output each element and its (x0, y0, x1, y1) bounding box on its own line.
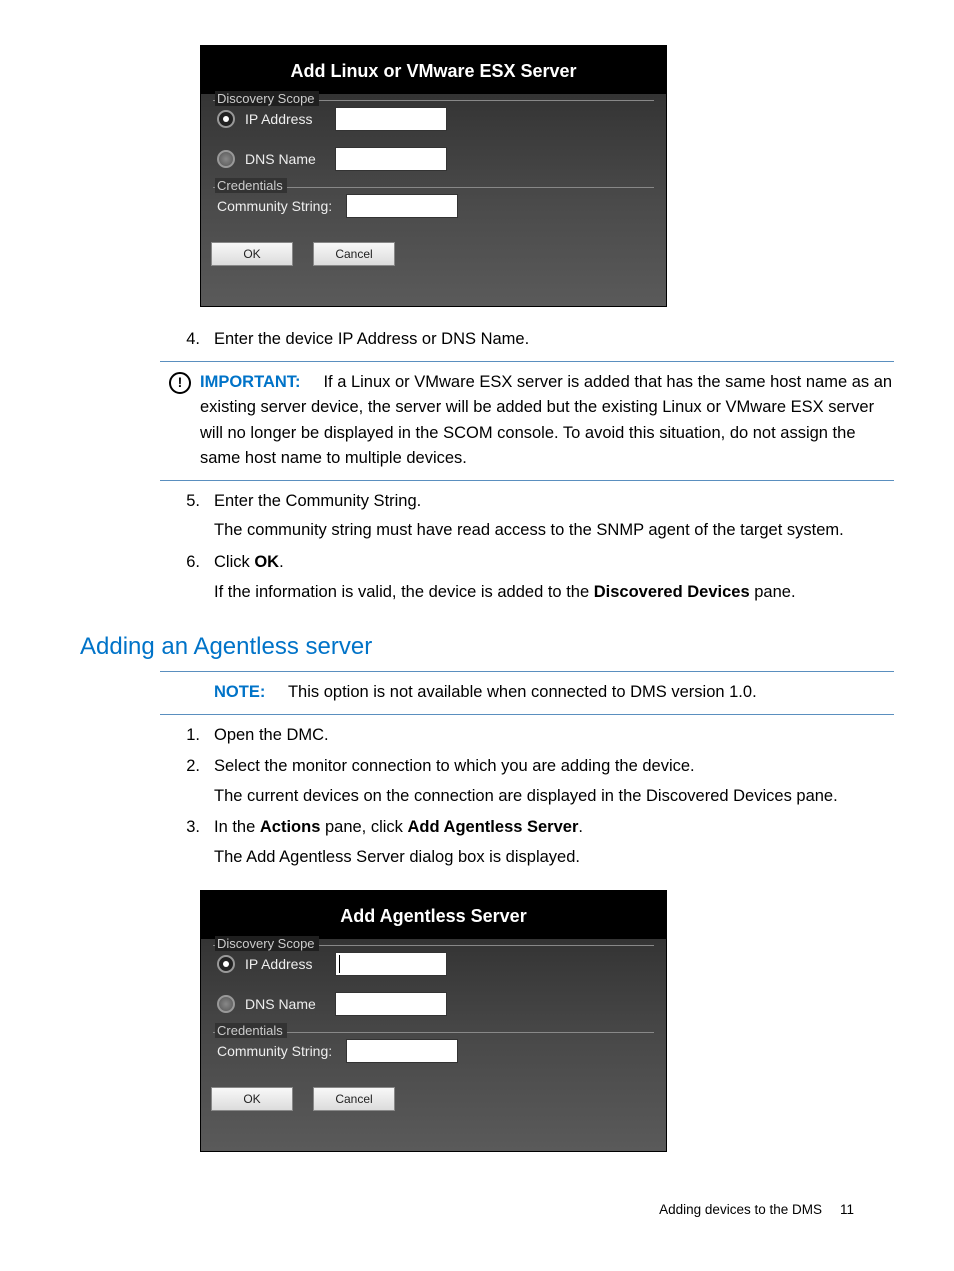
step-subtext: If the information is valid, the device … (214, 580, 894, 606)
dns-name-label: DNS Name (245, 151, 325, 167)
discovery-scope-legend: Discovery Scope (215, 91, 319, 106)
list-item: 2. Select the monitor connection to whic… (160, 754, 894, 809)
add-agentless-dialog: Add Agentless Server Discovery Scope IP … (200, 890, 667, 1152)
dialog-title: Add Agentless Server (201, 891, 666, 939)
credentials-legend: Credentials (215, 1023, 287, 1038)
footer-page-number: 11 (840, 1202, 854, 1217)
community-string-input[interactable] (346, 194, 458, 218)
divider (160, 714, 894, 715)
community-string-input[interactable] (346, 1039, 458, 1063)
credentials-legend: Credentials (215, 178, 287, 193)
step-text: Click OK. (214, 550, 894, 576)
dns-name-radio[interactable] (217, 150, 235, 168)
step-text: Select the monitor connection to which y… (214, 754, 894, 780)
page-footer: Adding devices to the DMS 11 (60, 1172, 894, 1217)
ok-button[interactable]: OK (211, 242, 293, 266)
important-text: If a Linux or VMware ESX server is added… (200, 373, 892, 468)
dns-name-input[interactable] (335, 992, 447, 1016)
list-item: 5. Enter the Community String. The commu… (160, 489, 894, 544)
step-subtext: The community string must have read acce… (214, 518, 894, 544)
step-text: Enter the Community String. (214, 489, 894, 515)
ok-button[interactable]: OK (211, 1087, 293, 1111)
footer-text: Adding devices to the DMS (659, 1202, 822, 1217)
step-text: In the Actions pane, click Add Agentless… (214, 815, 894, 841)
step-number: 4. (160, 327, 214, 353)
ip-address-radio[interactable] (217, 955, 235, 973)
ip-address-input[interactable] (335, 107, 447, 131)
note-callout: NOTE: This option is not available when … (160, 680, 894, 706)
step-number: 2. (160, 754, 214, 809)
cancel-button[interactable]: Cancel (313, 242, 395, 266)
ip-address-radio[interactable] (217, 110, 235, 128)
important-label: IMPORTANT: (200, 373, 301, 391)
divider (160, 671, 894, 672)
important-callout: ! IMPORTANT: If a Linux or VMware ESX se… (160, 370, 894, 472)
step-number: 3. (160, 815, 214, 870)
step-text: Open the DMC. (214, 723, 894, 749)
step-text: Enter the device IP Address or DNS Name. (214, 327, 894, 353)
cancel-button[interactable]: Cancel (313, 1087, 395, 1111)
note-label: NOTE: (214, 683, 265, 701)
dns-name-radio[interactable] (217, 995, 235, 1013)
dialog-title: Add Linux or VMware ESX Server (201, 46, 666, 94)
step-number: 1. (160, 723, 214, 749)
list-item: 6. Click OK. If the information is valid… (160, 550, 894, 605)
list-item: 1. Open the DMC. (160, 723, 894, 749)
ip-address-label: IP Address (245, 956, 325, 972)
ip-address-input[interactable] (335, 952, 447, 976)
important-icon: ! (160, 370, 200, 472)
divider (160, 361, 894, 362)
community-string-label: Community String: (217, 1043, 332, 1059)
step-number: 6. (160, 550, 214, 605)
divider (160, 480, 894, 481)
add-linux-vmware-dialog: Add Linux or VMware ESX Server Discovery… (200, 45, 667, 307)
note-text: This option is not available when connec… (288, 683, 757, 701)
ip-address-label: IP Address (245, 111, 325, 127)
list-item: 3. In the Actions pane, click Add Agentl… (160, 815, 894, 870)
step-subtext: The current devices on the connection ar… (214, 784, 894, 810)
step-number: 5. (160, 489, 214, 544)
dns-name-label: DNS Name (245, 996, 325, 1012)
discovery-scope-legend: Discovery Scope (215, 936, 319, 951)
step-subtext: The Add Agentless Server dialog box is d… (214, 845, 894, 871)
section-heading: Adding an Agentless server (80, 633, 894, 661)
dns-name-input[interactable] (335, 147, 447, 171)
community-string-label: Community String: (217, 198, 332, 214)
list-item: 4. Enter the device IP Address or DNS Na… (160, 327, 894, 353)
